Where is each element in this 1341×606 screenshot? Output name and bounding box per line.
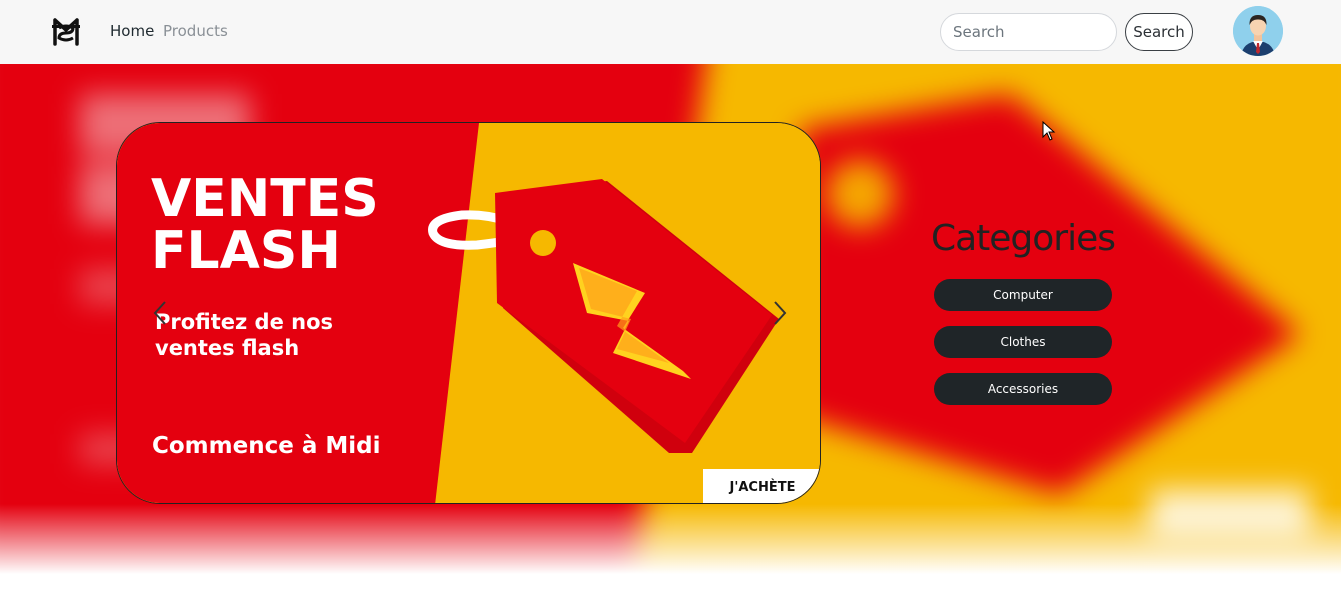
hero-bottom-fade xyxy=(0,504,1341,574)
avatar-illustration xyxy=(1233,6,1283,56)
nav-link-home[interactable]: Home xyxy=(110,22,154,40)
nav-link-products[interactable]: Products xyxy=(163,22,228,40)
slide-title: VENTES FLASH xyxy=(151,173,379,277)
slide-title-line1: VENTES xyxy=(151,169,379,229)
chevron-left-icon[interactable] xyxy=(149,299,171,327)
chevron-right-icon[interactable] xyxy=(769,299,791,327)
slide-subtitle: Profitez de nos ventes flash xyxy=(155,310,334,360)
slide-note: Commence à Midi xyxy=(152,433,381,459)
search-input[interactable] xyxy=(940,13,1117,51)
category-button-accessories[interactable]: Accessories xyxy=(934,373,1112,405)
monogram-logo-icon[interactable] xyxy=(50,16,82,48)
slide-title-line2: FLASH xyxy=(151,221,341,281)
category-button-computer[interactable]: Computer xyxy=(934,279,1112,311)
category-button-clothes[interactable]: Clothes xyxy=(934,326,1112,358)
navbar: Home Products Search xyxy=(0,0,1341,64)
mouse-cursor-icon xyxy=(1042,121,1056,141)
user-avatar-icon[interactable] xyxy=(1233,6,1283,56)
promo-carousel[interactable]: VENTES FLASH Profitez de nos ventes flas… xyxy=(116,122,821,504)
categories-title: Categories xyxy=(930,218,1116,259)
search-button[interactable]: Search xyxy=(1125,13,1193,51)
shop-now-button[interactable]: J'ACHÈTE xyxy=(703,469,820,503)
